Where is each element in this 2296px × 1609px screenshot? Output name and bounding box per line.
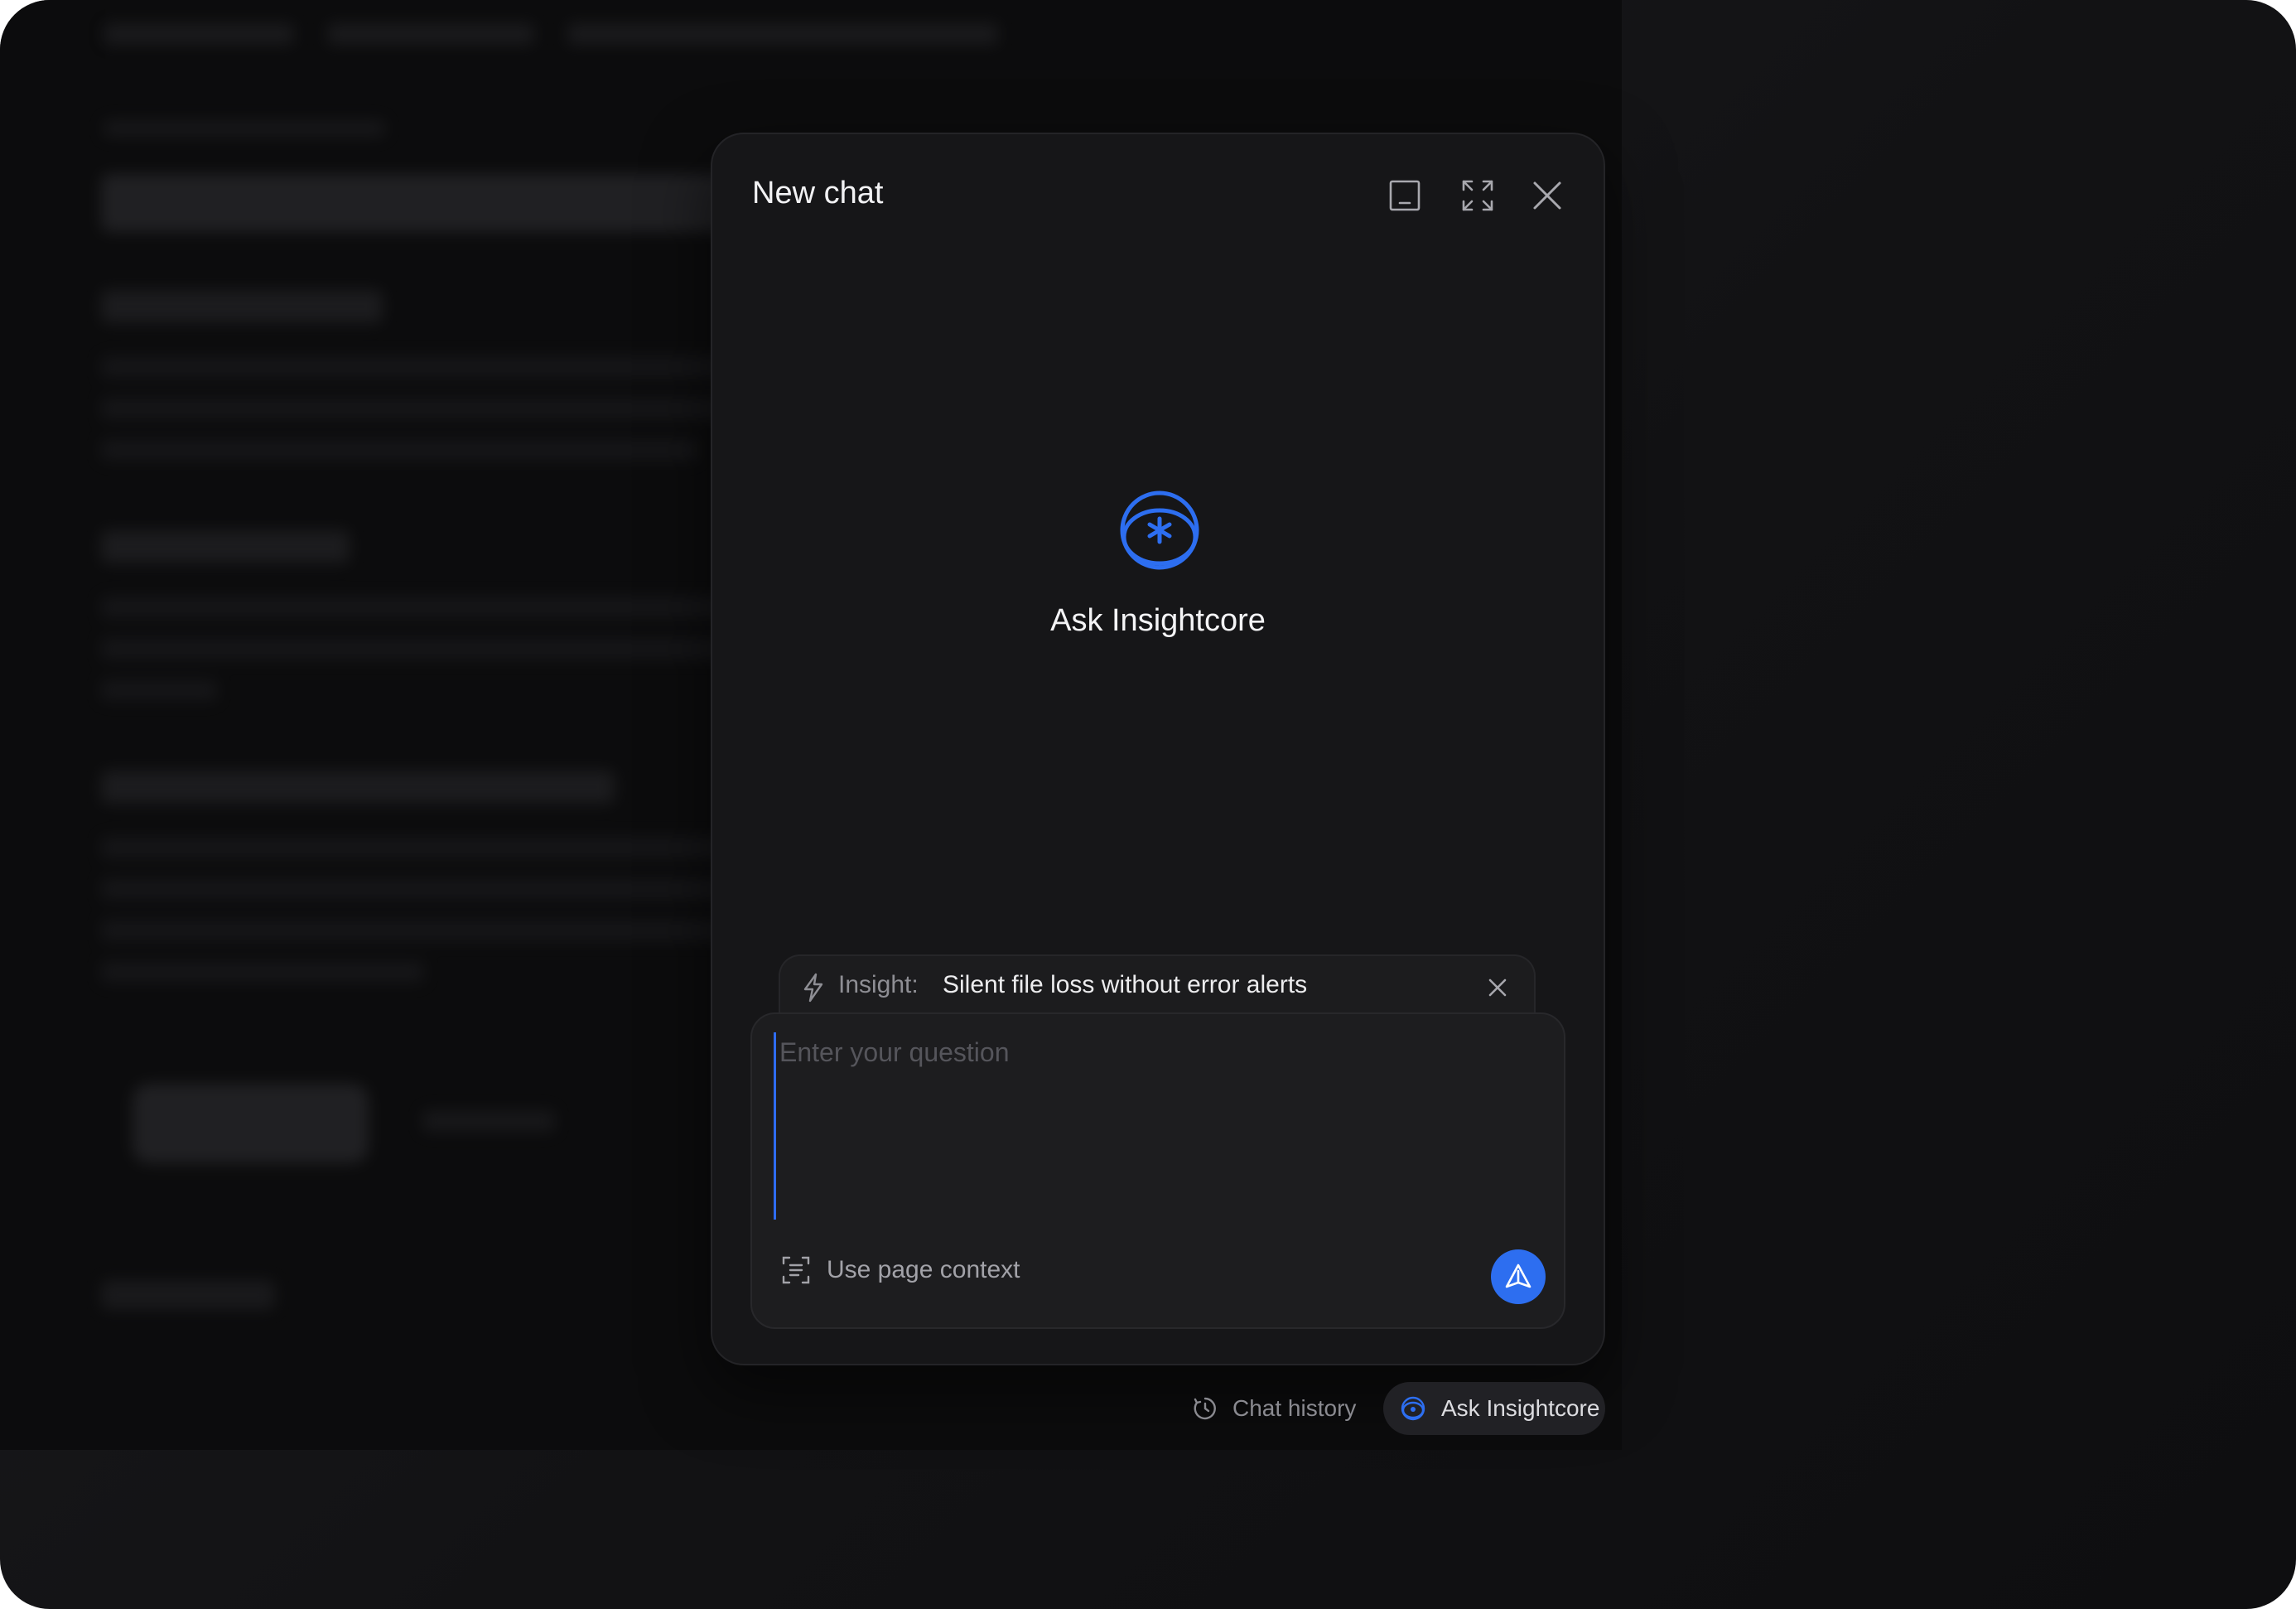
chat-history-label: Chat history [1232, 1395, 1357, 1421]
insight-chip: Insight: Silent file loss without error … [779, 954, 1536, 1019]
close-icon [1488, 978, 1507, 997]
history-icon [1194, 1397, 1216, 1420]
blurred-eyebrow [104, 120, 385, 137]
ask-insightcore-button[interactable]: Ask Insightcore [1383, 1382, 1605, 1435]
use-page-context-label: Use page context [827, 1256, 1020, 1283]
minimize-button[interactable] [1383, 174, 1426, 217]
ask-insightcore-label: Ask Insightcore [1441, 1395, 1600, 1421]
send-icon [1505, 1264, 1531, 1288]
blurred-heading-3 [101, 771, 615, 804]
insightcore-logo-icon [1401, 1396, 1425, 1421]
bolt-icon [803, 973, 823, 1003]
expand-button[interactable] [1456, 174, 1499, 217]
composer: Use page context [750, 1012, 1565, 1329]
chat-modal: New chat Ask Insightcore Insight: Silent… [711, 133, 1605, 1365]
remove-insight-button[interactable] [1483, 973, 1512, 1003]
blurred-heading-2 [101, 530, 350, 563]
close-button[interactable] [1526, 174, 1569, 217]
blurred-breadcrumb [104, 23, 998, 45]
close-icon [1533, 181, 1561, 210]
send-button[interactable] [1491, 1249, 1546, 1304]
blurred-link [422, 1110, 555, 1132]
blurred-heading-4 [101, 1280, 275, 1310]
app-frame: New chat Ask Insightcore Insight: Silent… [0, 0, 2296, 1609]
blurred-heading-1 [101, 290, 383, 323]
question-input[interactable] [774, 1032, 1550, 1220]
insight-label: Insight: [838, 971, 919, 998]
minimize-icon [1389, 180, 1421, 211]
hero-title: Ask Insightcore [1050, 603, 1266, 638]
insightcore-logo-icon [1120, 490, 1199, 570]
blurred-button [133, 1084, 369, 1163]
insight-value: Silent file loss without error alerts [943, 971, 1308, 998]
page-context-icon [782, 1256, 810, 1284]
use-page-context-toggle[interactable]: Use page context [782, 1256, 1020, 1284]
expand-icon [1462, 180, 1493, 211]
chat-history-button[interactable]: Chat history [1193, 1382, 1356, 1435]
modal-title: New chat [752, 176, 884, 210]
